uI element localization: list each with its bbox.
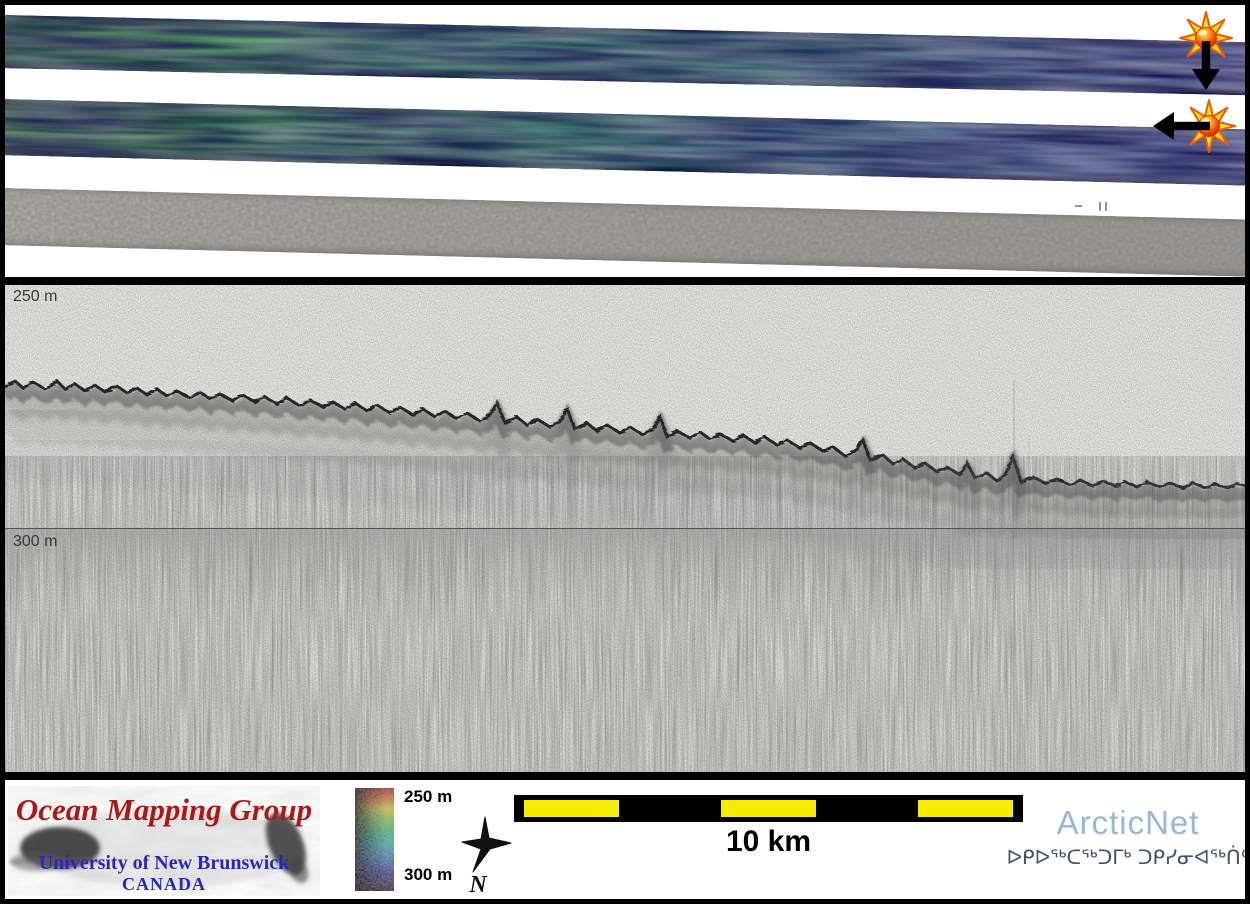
scale-bar-segment	[721, 800, 816, 817]
seafloor-mapping-figure: 250 m 300 m	[0, 0, 1250, 904]
omg-title: Ocean Mapping Group	[8, 792, 320, 828]
swath-texture	[5, 188, 1245, 277]
speckle-noise	[5, 285, 1245, 772]
arcticnet-inuktitut-name: ᐅᑭᐅᖅᑕᖅᑐᒥᒃ ᑐᑭᓯᓂᐊᖅᑏᑦ	[1005, 845, 1245, 869]
subbottom-profile-panel: 250 m 300 m	[5, 285, 1245, 772]
swath-texture	[5, 99, 1245, 186]
backscatter-mark	[1075, 205, 1082, 207]
scale-bar-segment	[524, 800, 619, 817]
depth-colorbar	[355, 788, 394, 891]
bathymetry-swath-1	[5, 15, 1245, 95]
colorbar-bottom-label: 300 m	[404, 865, 452, 885]
arcticnet-wordmark: ArcticNet	[1005, 804, 1245, 842]
depth-label-300m: 300 m	[13, 533, 57, 551]
scale-bar-label: 10 km	[514, 825, 1023, 859]
seismic-profile-graphic	[5, 285, 1245, 772]
scale-bar-segment	[623, 800, 718, 817]
depth-label-250m: 250 m	[13, 288, 57, 306]
north-arrow-icon: N	[453, 814, 519, 898]
scale-bar-segment	[820, 800, 915, 817]
colorbar-top-label: 250 m	[404, 787, 452, 807]
sun-illumination-down-icon	[1175, 8, 1237, 92]
omg-institution: University of New Brunswick	[8, 852, 320, 875]
sun-illumination-left-icon	[1145, 95, 1241, 157]
north-label: N	[468, 872, 488, 898]
omg-logo: Ocean Mapping Group University of New Br…	[8, 786, 320, 896]
omg-country: CANADA	[8, 874, 320, 895]
legend-panel: Ocean Mapping Group University of New Br…	[5, 780, 1245, 899]
scale-bar	[514, 795, 1023, 822]
backscatter-mark	[1099, 202, 1101, 211]
swath-texture	[5, 15, 1245, 95]
bathymetry-swath-2	[5, 99, 1245, 186]
scale-bar-segment	[918, 800, 1013, 817]
arcticnet-logo: ArcticNet ᐅᑭᐅᖅᑕᖅᑐᒥᒃ ᑐᑭᓯᓂᐊᖅᑏᑦ	[1005, 804, 1245, 869]
colorbar-noise	[355, 788, 394, 891]
backscatter-swath	[5, 188, 1245, 277]
swath-panel	[5, 5, 1245, 277]
backscatter-mark	[1105, 202, 1107, 211]
